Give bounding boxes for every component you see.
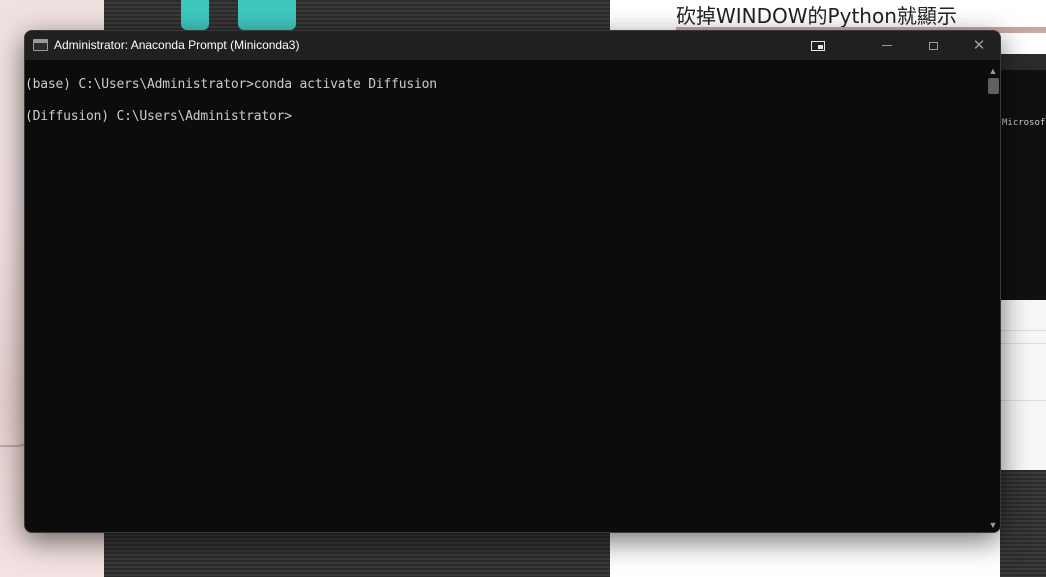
maximize-icon xyxy=(928,41,938,50)
background-list-divider xyxy=(1000,343,1046,344)
console-output[interactable]: (base) C:\Users\Administrator>conda acti… xyxy=(25,60,985,532)
background-console-titlebar xyxy=(1000,54,1046,70)
scroll-up-arrow-icon[interactable]: ▲ xyxy=(985,64,1000,78)
pin-icon xyxy=(811,40,825,51)
pin-button[interactable] xyxy=(795,31,841,60)
background-teal-shape xyxy=(181,0,209,30)
console-prompt-line[interactable]: (Diffusion) C:\Users\Administrator> xyxy=(25,109,985,141)
close-button[interactable]: ✕ xyxy=(956,31,1000,60)
vertical-scrollbar[interactable]: ▲ ▼ xyxy=(985,60,1000,532)
maximize-button[interactable] xyxy=(910,31,956,60)
background-list-divider xyxy=(1000,330,1046,331)
scroll-down-arrow-icon[interactable]: ▼ xyxy=(985,518,1000,532)
minimize-button[interactable] xyxy=(864,31,910,60)
background-page-caption: 砍掉WINDOW的Python就顯示 xyxy=(676,4,957,28)
background-window-stripes xyxy=(1000,470,1046,577)
background-console-text: Microsoft xyxy=(1002,118,1046,128)
close-icon: ✕ xyxy=(972,37,986,54)
console-app-icon[interactable] xyxy=(33,39,48,51)
window-title: Administrator: Anaconda Prompt (Minicond… xyxy=(54,38,300,52)
title-bar[interactable]: Administrator: Anaconda Prompt (Minicond… xyxy=(25,31,1000,60)
background-teal-shape xyxy=(238,0,296,30)
background-console-pane xyxy=(1000,54,1046,300)
background-list xyxy=(1000,300,1046,470)
background-list-divider xyxy=(1000,400,1046,401)
console-line: (base) C:\Users\Administrator>conda acti… xyxy=(25,77,437,92)
minimize-icon xyxy=(882,45,892,46)
anaconda-prompt-window[interactable]: Administrator: Anaconda Prompt (Minicond… xyxy=(24,30,1001,533)
scrollbar-thumb[interactable] xyxy=(988,78,999,94)
